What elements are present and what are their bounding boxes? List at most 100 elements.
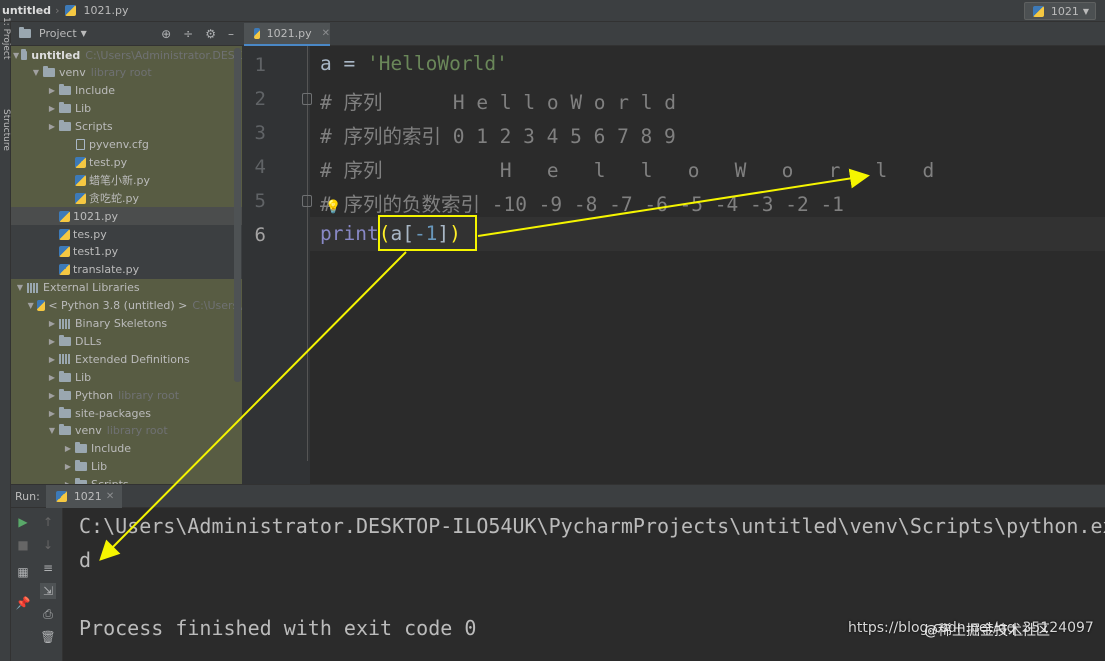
tree-item[interactable]: ▼ venv library root xyxy=(11,63,242,82)
string-literal: 'HelloWorld' xyxy=(366,52,508,75)
lightbulb-icon[interactable]: 💡 xyxy=(325,200,341,215)
folder-icon xyxy=(59,370,71,382)
navigation-bar: untitled › 1021.py 1021 ▼ xyxy=(0,0,1105,22)
line-number: 6 xyxy=(254,224,266,246)
chevron-right-icon[interactable]: ▶ xyxy=(47,337,57,346)
project-tool-window-button[interactable]: 1: Project xyxy=(1,17,11,73)
tree-item[interactable]: ▶ Include xyxy=(11,439,242,458)
pin-icon[interactable]: 📌 xyxy=(15,595,31,611)
chevron-right-icon[interactable]: ▶ xyxy=(63,444,73,453)
chevron-right-icon[interactable]: ▶ xyxy=(63,462,73,471)
chevron-down-icon[interactable]: ▼ xyxy=(13,51,19,60)
chevron-down-icon[interactable]: ▼ xyxy=(27,301,35,310)
run-icon[interactable]: ▶ xyxy=(15,514,31,530)
scroll-end-icon[interactable]: ⇲ xyxy=(40,583,56,599)
chevron-right-icon: › xyxy=(55,4,60,17)
chevron-right-icon[interactable]: ▶ xyxy=(47,104,57,113)
tree-item-hint: library root xyxy=(106,424,168,438)
code-token: a = xyxy=(320,52,367,75)
chevron-right-icon[interactable]: ▶ xyxy=(47,355,57,364)
code-line-3: # 序列的索引 0 1 2 3 4 5 6 7 8 9 xyxy=(320,125,676,148)
chevron-down-icon[interactable]: ▼ xyxy=(81,29,87,38)
collapse-icon[interactable]: ÷ xyxy=(183,27,193,41)
python-file-icon xyxy=(59,264,70,276)
python-icon xyxy=(55,490,67,502)
tree-item[interactable]: ▼ < Python 3.8 (untitled) > C:\Users\ xyxy=(11,296,242,315)
folder-icon xyxy=(59,424,71,436)
project-view-select[interactable]: Project xyxy=(39,27,77,40)
chevron-right-icon[interactable]: ▶ xyxy=(47,319,57,328)
tree-item[interactable]: 1021.py xyxy=(11,207,242,226)
trash-icon[interactable]: 🗑 xyxy=(40,629,56,645)
fold-icon[interactable] xyxy=(302,93,312,105)
wrap-icon[interactable]: ≡ xyxy=(40,560,56,576)
close-icon[interactable]: ✕ xyxy=(106,491,114,502)
tree-item[interactable]: ▶ Lib xyxy=(11,457,242,476)
tree-item[interactable]: ▼ venv library root xyxy=(11,421,242,440)
line-number: 4 xyxy=(254,156,266,178)
tree-item[interactable]: tes.py xyxy=(11,225,242,243)
chevron-right-icon[interactable]: ▶ xyxy=(47,122,57,131)
tree-item-label: test1.py xyxy=(73,245,119,259)
code-line-4: # 序列 H e l l o W o r l d xyxy=(320,159,935,182)
breadcrumb-file[interactable]: 1021.py xyxy=(83,4,128,17)
project-icon xyxy=(19,27,31,38)
close-icon[interactable]: ✕ xyxy=(322,28,330,39)
console-line: C:\Users\Administrator.DESKTOP-ILO54UK\P… xyxy=(79,514,1105,538)
structure-tool-window-button[interactable]: Structure xyxy=(1,109,11,165)
tree-item[interactable]: ▶ Lib xyxy=(11,368,242,387)
chevron-right-icon[interactable]: ▶ xyxy=(47,409,57,418)
tree-item[interactable]: translate.py xyxy=(11,261,242,279)
tree-item[interactable]: 蜡笔小新.py xyxy=(11,171,242,190)
target-icon[interactable]: ⊕ xyxy=(161,27,171,41)
gear-icon[interactable]: ⚙ xyxy=(205,27,216,41)
tree-item[interactable]: ▶ Extended Definitions xyxy=(11,350,242,369)
tree-item[interactable]: ▶Scripts xyxy=(11,475,242,484)
run-configuration-select[interactable]: 1021 ▼ xyxy=(1024,2,1096,20)
code-line-1: a = 'HelloWorld' xyxy=(320,52,508,75)
down-icon[interactable]: ↓ xyxy=(40,537,56,553)
tree-item[interactable]: ▶ site-packages xyxy=(11,404,242,422)
code-editor[interactable]: 1 2 3 4 5 6 a = 'HelloWorld' # 序列 H e l … xyxy=(242,46,1105,484)
python-icon xyxy=(1032,5,1044,17)
tree-item-label: 贪吃蛇.py xyxy=(89,192,139,206)
editor-tab-1021[interactable]: 1021.py ✕ xyxy=(244,23,330,46)
tree-item[interactable]: ▼ External Libraries xyxy=(11,278,242,297)
chevron-right-icon[interactable]: ▶ xyxy=(47,391,57,400)
tree-item-hint: library root xyxy=(90,66,152,80)
tree-item[interactable]: ▶ Include xyxy=(11,81,242,100)
tree-item-label: Include xyxy=(91,442,132,456)
chevron-right-icon[interactable]: ▶ xyxy=(47,373,57,382)
chevron-down-icon[interactable]: ▼ xyxy=(47,426,57,435)
tree-item[interactable]: test1.py xyxy=(11,243,242,261)
tree-item[interactable]: ▼ untitled C:\Users\Administrator.DESK xyxy=(11,46,242,64)
tree-item[interactable]: ▶ Binary Skeletons xyxy=(11,314,242,333)
tree-item-label: External Libraries xyxy=(43,281,140,295)
tree-item-label: venv xyxy=(59,66,86,80)
stop-icon[interactable]: ■ xyxy=(15,537,31,553)
tree-item[interactable]: pyvenv.cfg xyxy=(11,135,242,154)
run-tab-1021[interactable]: 1021 ✕ xyxy=(45,484,123,508)
tree-item[interactable]: 贪吃蛇.py xyxy=(11,189,242,208)
run-tool-window-header: Run: 1021 ✕ xyxy=(11,484,1105,508)
tree-item[interactable]: test.py xyxy=(11,153,242,172)
up-icon[interactable]: ↑ xyxy=(40,514,56,530)
chevron-right-icon[interactable]: ▶ xyxy=(47,86,57,95)
tree-item[interactable]: ▶Scripts xyxy=(11,117,242,136)
print-icon[interactable]: ⎙ xyxy=(40,606,56,622)
tree-item[interactable]: ▶ Python library root xyxy=(11,386,242,405)
project-tree-scrollbar[interactable] xyxy=(234,48,241,382)
minimize-icon[interactable]: – xyxy=(228,27,234,41)
tree-item[interactable]: ▶ DLLs xyxy=(11,332,242,351)
chevron-down-icon[interactable]: ▼ xyxy=(31,68,41,77)
tree-item[interactable]: ▶ Lib xyxy=(11,99,242,118)
tree-item-label: Extended Definitions xyxy=(75,352,190,366)
project-tree: ▼ untitled C:\Users\Administrator.DESK ▼ ven… xyxy=(11,46,242,484)
folder-icon xyxy=(59,84,71,96)
fold-icon[interactable] xyxy=(302,195,312,207)
breadcrumb-project[interactable]: untitled xyxy=(2,4,51,17)
layout-icon[interactable]: ▦ xyxy=(15,564,31,580)
run-label: Run: xyxy=(15,489,40,503)
tree-item-label: venv xyxy=(75,424,102,438)
chevron-down-icon[interactable]: ▼ xyxy=(15,283,25,292)
